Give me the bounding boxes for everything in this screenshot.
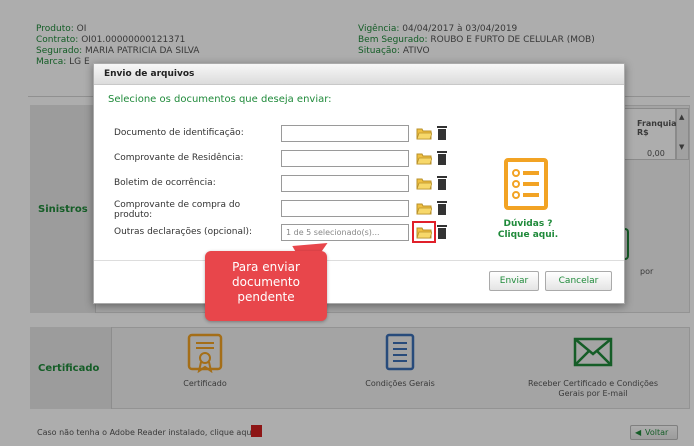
send-button[interactable]: Enviar — [489, 271, 539, 291]
trash-icon[interactable] — [437, 224, 447, 240]
trash-icon[interactable] — [437, 150, 447, 166]
doc-row-residencia: Comprovante de Residência: — [114, 150, 484, 170]
help-line-2: Clique aqui. — [497, 230, 559, 240]
doc-row-identificacao: Documento de identificação: — [114, 125, 484, 145]
trash-icon[interactable] — [437, 175, 447, 191]
dialog-title: Envio de arquivos — [94, 64, 624, 85]
cancel-button[interactable]: Cancelar — [545, 271, 612, 291]
folder-icon[interactable] — [416, 225, 432, 239]
doc-label: Documento de identificação: — [114, 128, 244, 138]
folder-icon[interactable] — [416, 201, 432, 215]
upload-dialog: Envio de arquivos Selecione os documento… — [93, 63, 625, 304]
dialog-subtitle: Selecione os documentos que deseja envia… — [108, 94, 332, 105]
instruction-callout: Para enviar documento pendente — [205, 251, 327, 321]
doc-label: Boletim de ocorrência: — [114, 178, 216, 188]
file-input[interactable] — [281, 200, 409, 217]
file-input[interactable] — [281, 150, 409, 167]
folder-icon[interactable] — [416, 126, 432, 140]
trash-icon[interactable] — [437, 125, 447, 141]
dialog-divider — [94, 260, 624, 261]
trash-icon[interactable] — [437, 200, 447, 216]
doc-row-compra: Comprovante de compra do produto: — [114, 200, 484, 220]
checklist-glyph — [512, 169, 539, 199]
doc-label: Comprovante de Residência: — [114, 153, 244, 163]
folder-icon[interactable] — [416, 176, 432, 190]
file-input[interactable]: 1 de 5 selecionado(s)... — [281, 224, 409, 241]
folder-icon[interactable] — [416, 151, 432, 165]
doc-label: Outras declarações (opcional): — [114, 227, 253, 237]
help-link[interactable]: Dúvidas ? Clique aqui. — [492, 219, 564, 241]
help-line-1: Dúvidas ? — [503, 219, 553, 229]
checklist-icon[interactable] — [504, 158, 548, 210]
file-input[interactable] — [281, 175, 409, 192]
file-input[interactable] — [281, 125, 409, 142]
doc-label: Comprovante de compra do produto: — [114, 200, 241, 220]
doc-row-boletim: Boletim de ocorrência: — [114, 175, 484, 195]
